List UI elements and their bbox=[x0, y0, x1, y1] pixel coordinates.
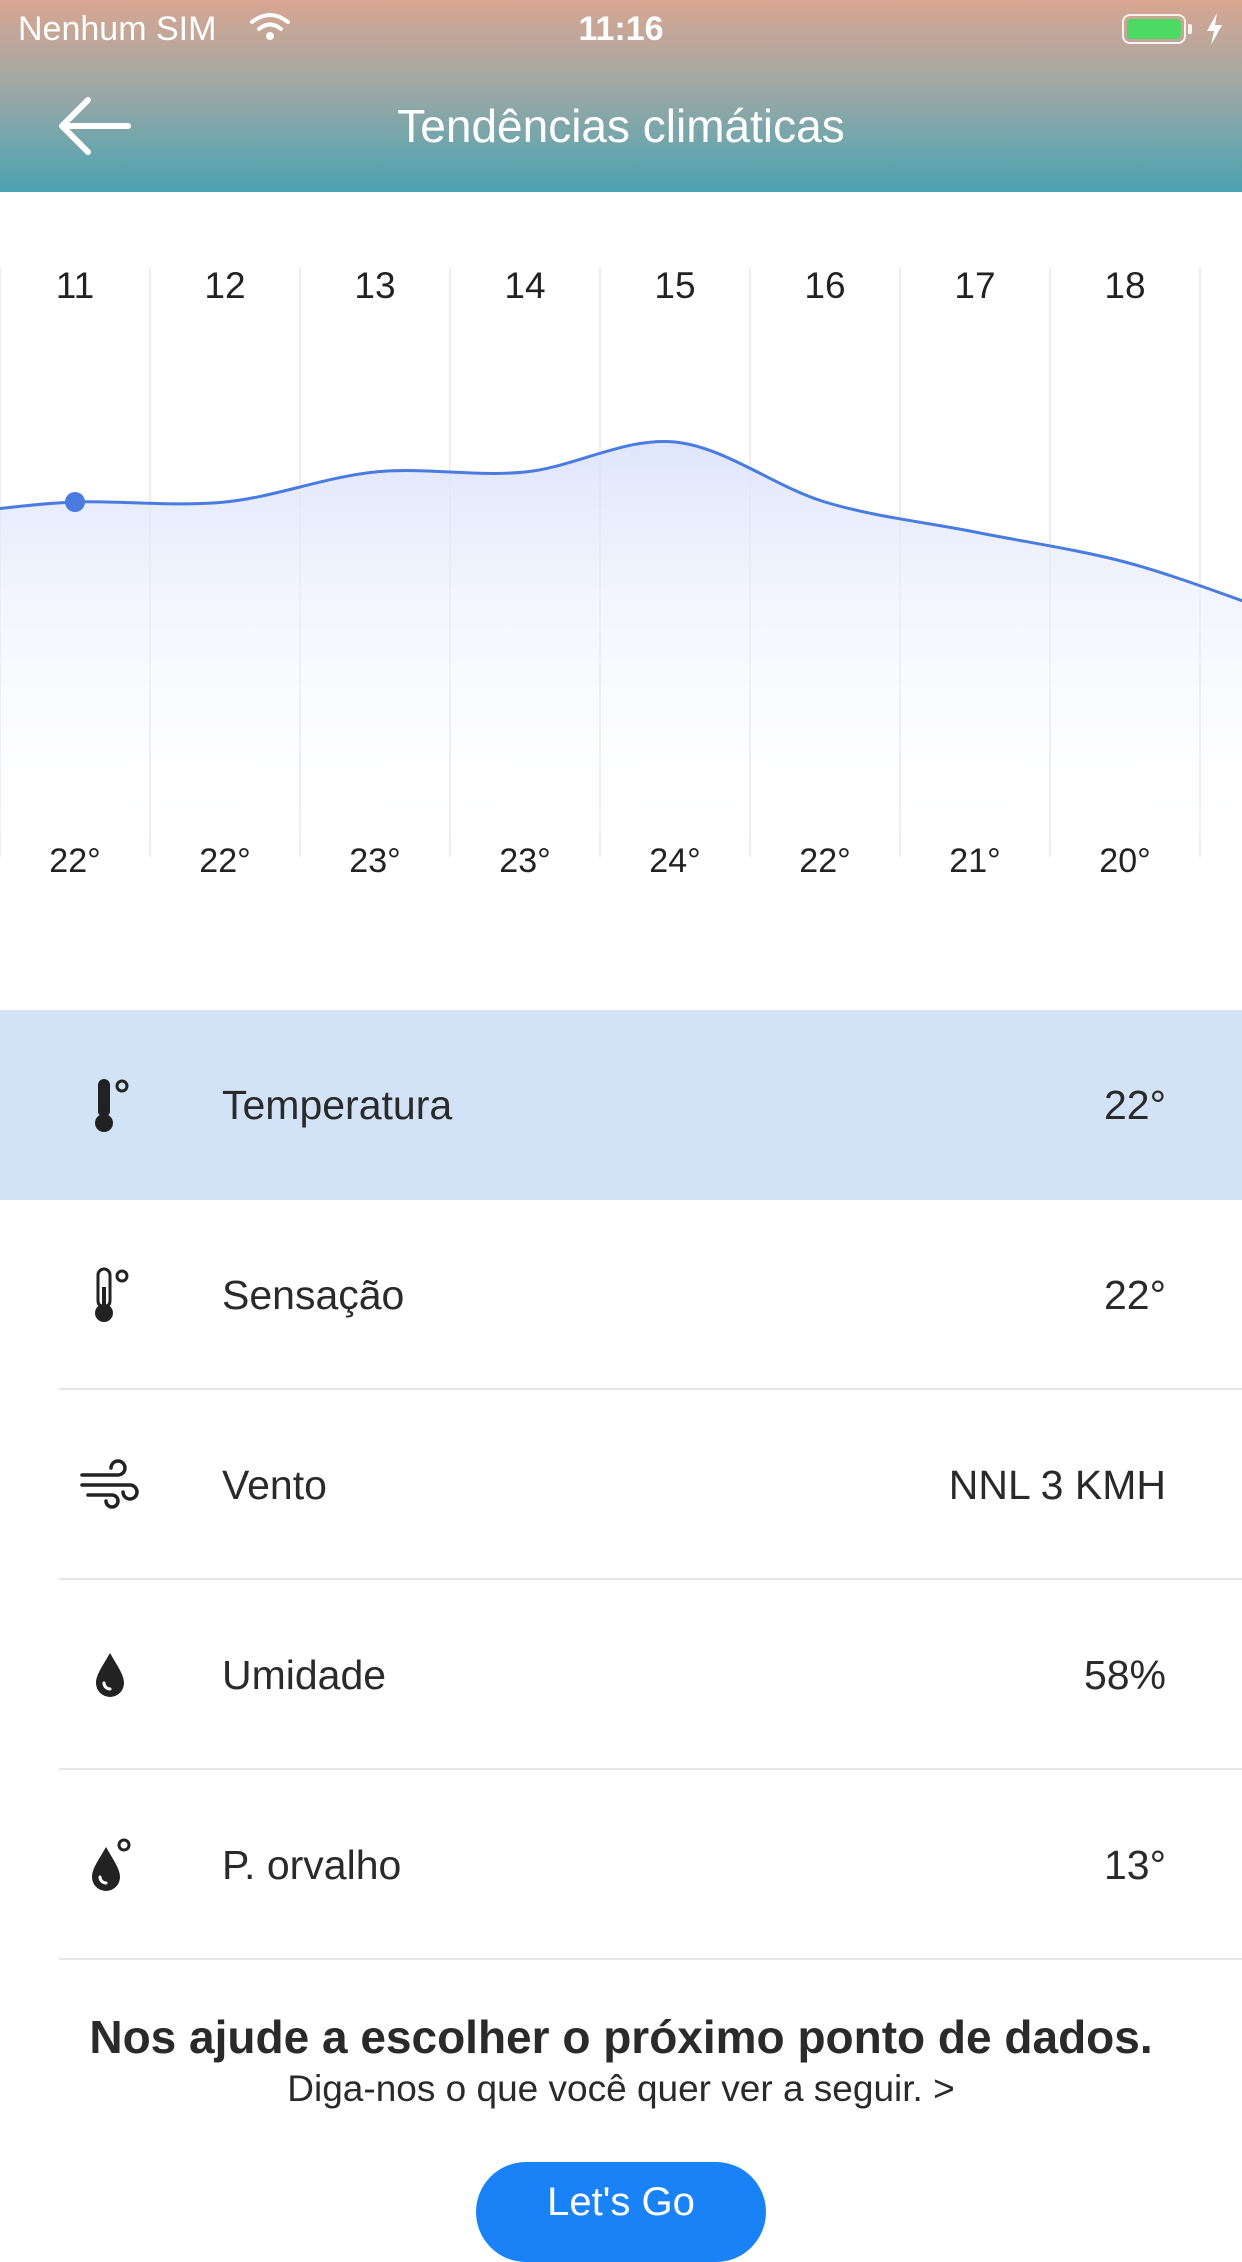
day-label[interactable]: 17 bbox=[954, 265, 995, 306]
wind-icon bbox=[78, 1453, 142, 1517]
temperature-value-label: 22° bbox=[49, 842, 100, 880]
temperature-value-label: 23° bbox=[499, 842, 550, 880]
day-label[interactable]: 14 bbox=[504, 265, 545, 306]
page-title: Tendências climáticas bbox=[397, 100, 845, 152]
temperature-value-label: 22° bbox=[799, 842, 850, 880]
weather-details-list: Temperatura 22° Sensação 22° Vento NNL 3 KMH U… bbox=[0, 1010, 1242, 1960]
temperature-value-label: 21° bbox=[949, 842, 1000, 880]
detail-label: Temperatura bbox=[222, 1082, 453, 1128]
day-label[interactable]: 12 bbox=[204, 265, 245, 306]
day-label[interactable]: 11 bbox=[56, 265, 94, 306]
detail-label: P. orvalho bbox=[222, 1842, 402, 1888]
detail-row-dew-point[interactable]: P. orvalho 13° bbox=[0, 1770, 1242, 1960]
detail-value: 22° bbox=[1103, 1272, 1166, 1318]
detail-row-wind[interactable]: Vento NNL 3 KMH bbox=[0, 1390, 1242, 1580]
temperature-value-label: 24° bbox=[649, 842, 700, 880]
battery-tip bbox=[1188, 24, 1192, 34]
detail-row-thermometer-outline[interactable]: Sensação 22° bbox=[0, 1200, 1242, 1390]
promo-title: Nos ajude a escolher o próximo ponto de … bbox=[89, 2011, 1153, 2063]
charging-icon bbox=[1207, 13, 1222, 45]
temperature-value-label: 20° bbox=[1099, 842, 1150, 880]
promo-subtitle[interactable]: Diga-nos o que você quer ver a seguir. > bbox=[0, 2068, 1242, 2110]
day-label[interactable]: 18 bbox=[1104, 265, 1145, 306]
thermometer-icon bbox=[78, 1073, 142, 1137]
nav-header: Nenhum SIM 11:16 Tendências climáticas bbox=[0, 0, 1242, 192]
detail-value: 22° bbox=[1103, 1082, 1166, 1128]
selected-point[interactable] bbox=[65, 492, 85, 512]
droplet-icon bbox=[78, 1643, 142, 1707]
row-divider bbox=[59, 1958, 1242, 1960]
day-label[interactable]: 15 bbox=[654, 265, 695, 306]
detail-value: NNL 3 KMH bbox=[948, 1462, 1166, 1508]
detail-label: Vento bbox=[222, 1462, 327, 1508]
detail-row-thermometer[interactable]: Temperatura 22° bbox=[0, 1010, 1242, 1200]
status-time: 11:16 bbox=[578, 10, 664, 48]
day-label[interactable]: 13 bbox=[354, 265, 395, 306]
detail-label: Sensação bbox=[222, 1272, 405, 1318]
temperature-value-label: 23° bbox=[349, 842, 400, 880]
detail-label: Umidade bbox=[222, 1652, 387, 1698]
dew-point-icon bbox=[78, 1833, 142, 1897]
detail-row-droplet[interactable]: Umidade 58% bbox=[0, 1580, 1242, 1770]
temperature-value-label: 22° bbox=[199, 842, 250, 880]
temperature-trend-chart[interactable]: 11 22° 12 22° 13 23° 14 23° 15 24° 16 22° 17 21° 18 20° bbox=[0, 192, 1242, 892]
day-label[interactable]: 16 bbox=[804, 265, 845, 306]
battery-icon bbox=[1122, 14, 1186, 44]
lets-go-button[interactable]: Let's Go bbox=[476, 2162, 766, 2262]
detail-value: 58% bbox=[1083, 1652, 1166, 1698]
detail-value: 13° bbox=[1103, 1842, 1166, 1888]
thermometer-outline-icon bbox=[78, 1263, 142, 1327]
